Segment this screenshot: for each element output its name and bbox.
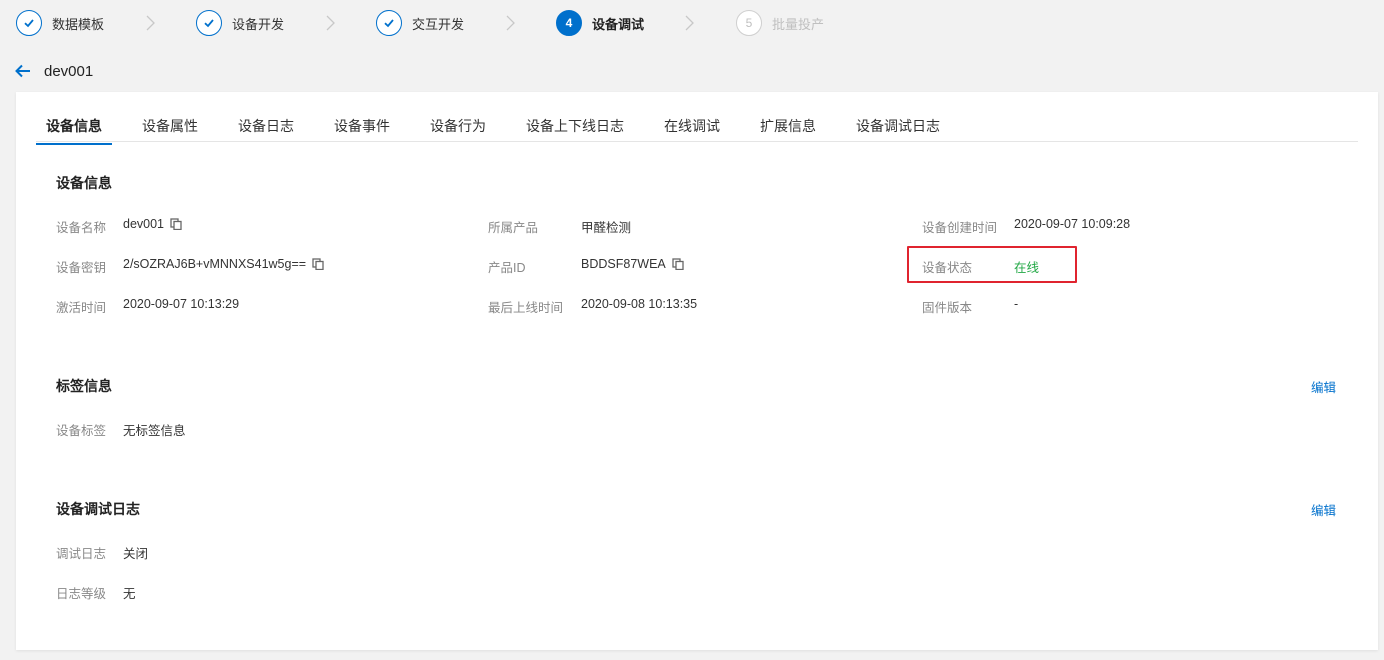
device-name-value: dev001 <box>123 217 182 231</box>
check-icon <box>376 10 402 36</box>
step-device-dev[interactable]: 设备开发 <box>196 9 284 37</box>
activated-time-label: 激活时间 <box>56 301 107 315</box>
copy-icon[interactable] <box>312 258 324 270</box>
chevron-right-icon <box>685 15 694 31</box>
section-title-debug-log: 设备调试日志 <box>56 501 140 517</box>
section-title-tag-info: 标签信息 <box>56 378 112 394</box>
product-id-label: 产品ID <box>488 261 526 275</box>
step-number: 4 <box>556 10 582 36</box>
chevron-right-icon <box>326 15 335 31</box>
tab-online-debug[interactable]: 在线调试 <box>664 116 720 143</box>
debug-log-label: 调试日志 <box>56 547 107 561</box>
step-label: 数据模板 <box>52 16 105 32</box>
arrow-left-icon[interactable] <box>14 62 32 80</box>
chevron-right-icon <box>506 15 515 31</box>
device-tag-label: 设备标签 <box>56 424 107 438</box>
device-secret-value: 2/sOZRAJ6B+vMNNXS41w5g== <box>123 257 324 271</box>
device-status-label: 设备状态 <box>922 261 973 275</box>
step-device-debug[interactable]: 4 设备调试 <box>556 9 644 37</box>
step-number: 5 <box>736 10 762 36</box>
device-status-value: 在线 <box>1014 261 1040 275</box>
step-data-template[interactable]: 数据模板 <box>16 9 104 37</box>
section-title-device-info: 设备信息 <box>56 175 112 191</box>
tab-extended-info[interactable]: 扩展信息 <box>760 116 816 143</box>
page-title: dev001 <box>44 62 94 80</box>
copy-icon[interactable] <box>170 218 182 230</box>
log-level-label: 日志等级 <box>56 587 107 601</box>
device-name-text: dev001 <box>123 217 165 231</box>
product-value: 甲醛检测 <box>581 221 632 235</box>
debug-log-value: 关闭 <box>123 547 149 561</box>
device-tag-value: 无标签信息 <box>123 424 186 438</box>
check-icon <box>196 10 222 36</box>
tab-device-logs[interactable]: 设备日志 <box>238 116 294 143</box>
tab-device-events[interactable]: 设备事件 <box>334 116 390 143</box>
created-time-value: 2020-09-07 10:09:28 <box>1014 217 1131 231</box>
device-secret-label: 设备密钥 <box>56 261 107 275</box>
firmware-label: 固件版本 <box>922 301 973 315</box>
step-label: 交互开发 <box>412 16 465 32</box>
tab-online-offline-logs[interactable]: 设备上下线日志 <box>526 116 624 143</box>
page-header: dev001 <box>14 60 93 82</box>
edit-tags-link[interactable]: 编辑 <box>1311 377 1336 396</box>
chevron-right-icon <box>146 15 155 31</box>
device-detail-card: 设备信息 设备属性 设备日志 设备事件 设备行为 设备上下线日志 在线调试 扩展… <box>16 92 1378 650</box>
tab-debug-logs[interactable]: 设备调试日志 <box>856 116 940 143</box>
product-id-text: BDDSF87WEA <box>581 257 666 271</box>
activated-time-value: 2020-09-07 10:13:29 <box>123 297 240 311</box>
log-level-value: 无 <box>123 587 136 601</box>
last-online-label: 最后上线时间 <box>488 301 564 315</box>
tab-device-info[interactable]: 设备信息 <box>36 116 112 145</box>
tab-device-actions[interactable]: 设备行为 <box>430 116 486 143</box>
copy-icon[interactable] <box>672 258 684 270</box>
product-label: 所属产品 <box>488 221 539 235</box>
step-label: 批量投产 <box>772 16 825 32</box>
step-interaction-dev[interactable]: 交互开发 <box>376 9 464 37</box>
device-secret-text: 2/sOZRAJ6B+vMNNXS41w5g== <box>123 257 307 271</box>
created-time-label: 设备创建时间 <box>922 221 998 235</box>
steps-bar: 数据模板 设备开发 交互开发 4 设备调试 5 批量投产 <box>0 0 1384 46</box>
step-mass-production[interactable]: 5 批量投产 <box>736 9 824 37</box>
tab-bar: 设备信息 设备属性 设备日志 设备事件 设备行为 设备上下线日志 在线调试 扩展… <box>36 106 1358 145</box>
product-id-value: BDDSF87WEA <box>581 257 684 271</box>
edit-debug-log-link[interactable]: 编辑 <box>1311 500 1336 519</box>
step-label: 设备调试 <box>592 16 645 32</box>
tab-device-properties[interactable]: 设备属性 <box>142 116 198 143</box>
check-icon <box>16 10 42 36</box>
step-label: 设备开发 <box>232 16 285 32</box>
device-name-label: 设备名称 <box>56 221 107 235</box>
firmware-value: - <box>1014 297 1019 311</box>
last-online-value: 2020-09-08 10:13:35 <box>581 297 698 311</box>
